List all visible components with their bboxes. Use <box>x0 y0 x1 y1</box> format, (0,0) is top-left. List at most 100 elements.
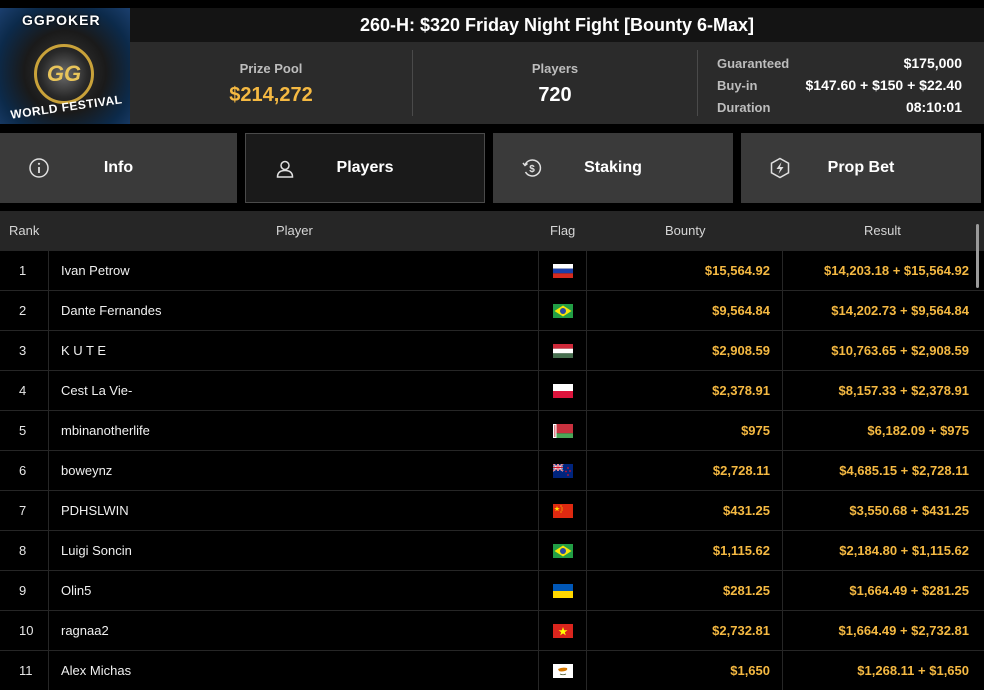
table-row[interactable]: 5 mbinanotherlife $975 $6,182.09 + $975 <box>0 411 984 451</box>
russia-flag-icon <box>552 263 573 278</box>
flag-cell <box>539 651 587 690</box>
table-row[interactable]: 8 Luigi Soncin $1,115.62 $2,184.80 + $1,115… <box>0 531 984 571</box>
players-table-header: Rank Player Flag Bounty Result <box>0 211 984 251</box>
players-stat: Players 720 <box>413 42 697 124</box>
tournament-details: Guaranteed $175,000 Buy-in $147.60 + $15… <box>717 52 962 118</box>
brazil-flag-icon <box>552 543 573 558</box>
bounty-cell: $2,728.11 <box>587 451 783 490</box>
result-cell: $14,203.18 + $15,564.92 <box>824 263 969 278</box>
tab-staking-label: Staking <box>584 159 642 176</box>
tournament-title: 260-H: $320 Friday Night Fight [Bounty 6… <box>359 14 755 35</box>
table-row[interactable]: 6 boweynz $2,728.11 $4,685.15 + $2,728.11 <box>0 451 984 491</box>
buy-in-row: Buy-in $147.60 + $150 + $22.40 <box>717 74 962 96</box>
guaranteed-value: $175,000 <box>903 55 962 71</box>
flag-cell <box>539 331 587 370</box>
flag-cell <box>539 411 587 450</box>
bounty-cell: $281.25 <box>587 571 783 610</box>
rank-cell: 7 <box>0 491 49 530</box>
player-name-cell[interactable]: PDHSLWIN <box>49 491 539 530</box>
flag-cell <box>539 611 587 650</box>
duration-row: Duration 08:10:01 <box>717 96 962 118</box>
players-label: Players <box>531 61 579 76</box>
result-cell: $8,157.33 + $2,378.91 <box>838 383 969 398</box>
hungary-flag-icon <box>552 343 573 358</box>
tab-info-label: Info <box>103 159 134 176</box>
result-cell: $1,268.11 + $1,650 <box>857 663 969 678</box>
bounty-cell: $2,732.81 <box>587 611 783 650</box>
duration-value: 08:10:01 <box>905 99 962 115</box>
tab-prop-bet-label: Prop Bet <box>827 159 895 176</box>
player-name-cell[interactable]: boweynz <box>49 451 539 490</box>
logo-chip: GG <box>34 44 94 104</box>
player-name-cell[interactable]: mbinanotherlife <box>49 411 539 450</box>
player-name-cell[interactable]: Ivan Petrow <box>49 251 539 290</box>
rank-cell: 1 <box>0 251 49 290</box>
header-player[interactable]: Player <box>276 211 313 251</box>
result-cell: $1,664.49 + $281.25 <box>849 583 969 598</box>
prize-pool-label: Prize Pool <box>239 61 303 76</box>
info-icon <box>29 158 49 178</box>
rank-cell: 11 <box>0 651 49 690</box>
table-row[interactable]: 11 Alex Michas $1,650 $1,268.11 + $1,650 <box>0 651 984 690</box>
svg-text:$: $ <box>529 164 535 175</box>
belarus-flag-icon <box>552 423 573 438</box>
rank-cell: 8 <box>0 531 49 570</box>
rank-cell: 4 <box>0 371 49 410</box>
logo-top-text: GGPOKER <box>22 12 101 28</box>
result-cell: $2,184.80 + $1,115.62 <box>839 543 969 558</box>
logo-center-text: GG <box>46 61 82 86</box>
flag-cell <box>539 491 587 530</box>
table-row[interactable]: 10 ragnaa2 $2,732.81 $1,664.49 + $2,732.81 <box>0 611 984 651</box>
table-row[interactable]: 9 Olin5 $281.25 $1,664.49 + $281.25 <box>0 571 984 611</box>
player-name-cell[interactable]: ragnaa2 <box>49 611 539 650</box>
lightning-hexagon-icon <box>770 157 790 179</box>
table-row[interactable]: 4 Cest La Vie- $2,378.91 $8,157.33 + $2,378… <box>0 371 984 411</box>
stat-divider <box>697 50 698 116</box>
new-zealand-flag-icon <box>552 463 573 478</box>
header-bounty[interactable]: Bounty <box>665 211 705 251</box>
rank-cell: 5 <box>0 411 49 450</box>
player-name-cell[interactable]: K U T E <box>49 331 539 370</box>
buy-in-value: $147.60 + $150 + $22.40 <box>805 77 962 93</box>
bounty-cell: $15,564.92 <box>587 251 783 290</box>
player-name-cell[interactable]: Alex Michas <box>49 651 539 690</box>
tab-prop-bet[interactable]: Prop Bet <box>741 133 981 203</box>
player-name-cell[interactable]: Olin5 <box>49 571 539 610</box>
tournament-tabs: Info Players $ Staking Prop Bet <box>0 133 984 203</box>
players-table-body: 1 Ivan Petrow $15,564.92 $14,203.18 + $15,5… <box>0 251 984 690</box>
result-cell: $4,685.15 + $2,728.11 <box>839 463 969 478</box>
header-result[interactable]: Result <box>864 211 901 251</box>
flag-cell <box>539 531 587 570</box>
user-icon <box>276 160 294 178</box>
result-cell: $1,664.49 + $2,732.81 <box>838 623 969 638</box>
bounty-cell: $2,908.59 <box>587 331 783 370</box>
tab-staking[interactable]: $ Staking <box>493 133 733 203</box>
result-cell: $14,202.73 + $9,564.84 <box>831 303 969 318</box>
table-row[interactable]: 3K U T E $2,908.59 $10,763.65 + $2,908.59 <box>0 331 984 371</box>
tab-players-label: Players <box>336 159 394 176</box>
header-rank[interactable]: Rank <box>9 211 39 251</box>
china-flag-icon <box>552 503 573 518</box>
player-name-cell[interactable]: Cest La Vie- <box>49 371 539 410</box>
bounty-cell: $9,564.84 <box>587 291 783 330</box>
guaranteed-row: Guaranteed $175,000 <box>717 52 962 74</box>
flag-cell <box>539 371 587 410</box>
flag-cell <box>539 251 587 290</box>
tab-players[interactable]: Players <box>245 133 485 203</box>
brazil-flag-icon <box>552 303 573 318</box>
flag-cell <box>539 451 587 490</box>
tab-info[interactable]: Info <box>0 133 237 203</box>
table-row[interactable]: 1 Ivan Petrow $15,564.92 $14,203.18 + $15,5… <box>0 251 984 291</box>
table-row[interactable]: 2 Dante Fernandes $9,564.84 $14,202.73 + $9… <box>0 291 984 331</box>
rank-cell: 3 <box>0 331 49 370</box>
bounty-cell: $975 <box>587 411 783 450</box>
bounty-cell: $431.25 <box>587 491 783 530</box>
result-cell: $3,550.68 + $431.25 <box>849 503 969 518</box>
ukraine-flag-icon <box>552 583 573 598</box>
header-flag[interactable]: Flag <box>550 211 575 251</box>
poland-flag-icon <box>552 383 573 398</box>
bounty-cell: $1,650 <box>587 651 783 690</box>
table-row[interactable]: 7 PDHSLWIN $431.25 $3,550.68 + $431.25 <box>0 491 984 531</box>
player-name-cell[interactable]: Luigi Soncin <box>49 531 539 570</box>
player-name-cell[interactable]: Dante Fernandes <box>49 291 539 330</box>
